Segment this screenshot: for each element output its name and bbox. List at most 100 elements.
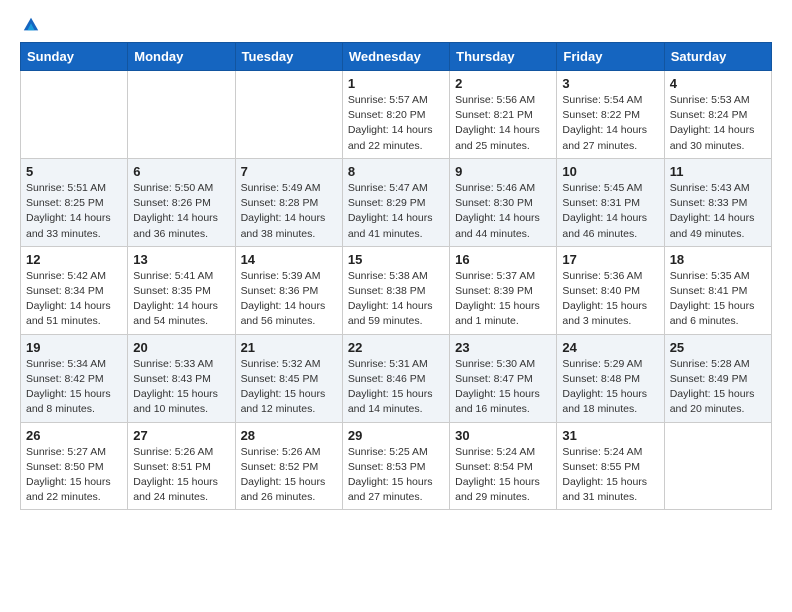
day-detail: Sunrise: 5:45 AM Sunset: 8:31 PM Dayligh… xyxy=(562,181,658,242)
calendar-day-26: 26Sunrise: 5:27 AM Sunset: 8:50 PM Dayli… xyxy=(21,422,128,510)
day-number: 10 xyxy=(562,164,658,179)
col-header-wednesday: Wednesday xyxy=(342,43,449,71)
day-detail: Sunrise: 5:33 AM Sunset: 8:43 PM Dayligh… xyxy=(133,357,229,418)
calendar-day-20: 20Sunrise: 5:33 AM Sunset: 8:43 PM Dayli… xyxy=(128,334,235,422)
day-number: 25 xyxy=(670,340,766,355)
day-detail: Sunrise: 5:54 AM Sunset: 8:22 PM Dayligh… xyxy=(562,93,658,154)
day-detail: Sunrise: 5:29 AM Sunset: 8:48 PM Dayligh… xyxy=(562,357,658,418)
logo-icon xyxy=(22,16,40,34)
page: SundayMondayTuesdayWednesdayThursdayFrid… xyxy=(0,0,792,530)
day-number: 28 xyxy=(241,428,337,443)
calendar-day-7: 7 Sunrise: 5:49 AM Sunset: 8:28 PM Daylig… xyxy=(235,158,342,246)
calendar-day-6: 6 Sunrise: 5:50 AM Sunset: 8:26 PM Daylig… xyxy=(128,158,235,246)
calendar-week-4: 19 Sunrise: 5:34 AM Sunset: 8:42 PM Dayli… xyxy=(21,334,772,422)
logo xyxy=(20,16,40,34)
day-number: 21 xyxy=(241,340,337,355)
day-detail: Sunrise: 5:49 AM Sunset: 8:28 PM Dayligh… xyxy=(241,181,337,242)
calendar-day-18: 18Sunrise: 5:35 AM Sunset: 8:41 PM Dayli… xyxy=(664,246,771,334)
calendar-day-8: 8 Sunrise: 5:47 AM Sunset: 8:29 PM Daylig… xyxy=(342,158,449,246)
calendar-day-21: 21 Sunrise: 5:32 AM Sunset: 8:45 PM Dayli… xyxy=(235,334,342,422)
calendar-day-27: 27 Sunrise: 5:26 AM Sunset: 8:51 PM Dayli… xyxy=(128,422,235,510)
calendar-day-3: 3 Sunrise: 5:54 AM Sunset: 8:22 PM Daylig… xyxy=(557,71,664,159)
day-detail: Sunrise: 5:47 AM Sunset: 8:29 PM Dayligh… xyxy=(348,181,444,242)
day-detail: Sunrise: 5:43 AM Sunset: 8:33 PM Dayligh… xyxy=(670,181,766,242)
day-number: 4 xyxy=(670,76,766,91)
empty-cell xyxy=(21,71,128,159)
day-number: 27 xyxy=(133,428,229,443)
day-number: 23 xyxy=(455,340,551,355)
calendar-day-15: 15 Sunrise: 5:38 AM Sunset: 8:38 PM Dayli… xyxy=(342,246,449,334)
day-number: 19 xyxy=(26,340,122,355)
calendar-day-30: 30 Sunrise: 5:24 AM Sunset: 8:54 PM Dayli… xyxy=(450,422,557,510)
day-detail: Sunrise: 5:25 AM Sunset: 8:53 PM Dayligh… xyxy=(348,445,444,506)
day-number: 15 xyxy=(348,252,444,267)
day-detail: Sunrise: 5:26 AM Sunset: 8:52 PM Dayligh… xyxy=(241,445,337,506)
day-detail: Sunrise: 5:36 AM Sunset: 8:40 PM Dayligh… xyxy=(562,269,658,330)
calendar-day-13: 13Sunrise: 5:41 AM Sunset: 8:35 PM Dayli… xyxy=(128,246,235,334)
day-detail: Sunrise: 5:27 AM Sunset: 8:50 PM Dayligh… xyxy=(26,445,122,506)
day-detail: Sunrise: 5:32 AM Sunset: 8:45 PM Dayligh… xyxy=(241,357,337,418)
calendar-day-12: 12 Sunrise: 5:42 AM Sunset: 8:34 PM Dayli… xyxy=(21,246,128,334)
day-detail: Sunrise: 5:24 AM Sunset: 8:55 PM Dayligh… xyxy=(562,445,658,506)
calendar-day-10: 10 Sunrise: 5:45 AM Sunset: 8:31 PM Dayli… xyxy=(557,158,664,246)
calendar-week-2: 5 Sunrise: 5:51 AM Sunset: 8:25 PM Daylig… xyxy=(21,158,772,246)
calendar-week-3: 12 Sunrise: 5:42 AM Sunset: 8:34 PM Dayli… xyxy=(21,246,772,334)
col-header-friday: Friday xyxy=(557,43,664,71)
day-number: 2 xyxy=(455,76,551,91)
calendar-day-14: 14 Sunrise: 5:39 AM Sunset: 8:36 PM Dayli… xyxy=(235,246,342,334)
day-detail: Sunrise: 5:34 AM Sunset: 8:42 PM Dayligh… xyxy=(26,357,122,418)
day-number: 7 xyxy=(241,164,337,179)
day-detail: Sunrise: 5:30 AM Sunset: 8:47 PM Dayligh… xyxy=(455,357,551,418)
calendar-day-17: 17Sunrise: 5:36 AM Sunset: 8:40 PM Dayli… xyxy=(557,246,664,334)
calendar-week-1: 1 Sunrise: 5:57 AM Sunset: 8:20 PM Daylig… xyxy=(21,71,772,159)
calendar-day-4: 4 Sunrise: 5:53 AM Sunset: 8:24 PM Daylig… xyxy=(664,71,771,159)
calendar-day-9: 9 Sunrise: 5:46 AM Sunset: 8:30 PM Daylig… xyxy=(450,158,557,246)
col-header-saturday: Saturday xyxy=(664,43,771,71)
day-detail: Sunrise: 5:57 AM Sunset: 8:20 PM Dayligh… xyxy=(348,93,444,154)
day-detail: Sunrise: 5:46 AM Sunset: 8:30 PM Dayligh… xyxy=(455,181,551,242)
day-detail: Sunrise: 5:28 AM Sunset: 8:49 PM Dayligh… xyxy=(670,357,766,418)
day-detail: Sunrise: 5:42 AM Sunset: 8:34 PM Dayligh… xyxy=(26,269,122,330)
day-number: 5 xyxy=(26,164,122,179)
day-detail: Sunrise: 5:51 AM Sunset: 8:25 PM Dayligh… xyxy=(26,181,122,242)
day-number: 31 xyxy=(562,428,658,443)
day-number: 29 xyxy=(348,428,444,443)
day-detail: Sunrise: 5:26 AM Sunset: 8:51 PM Dayligh… xyxy=(133,445,229,506)
day-detail: Sunrise: 5:39 AM Sunset: 8:36 PM Dayligh… xyxy=(241,269,337,330)
calendar-header-row: SundayMondayTuesdayWednesdayThursdayFrid… xyxy=(21,43,772,71)
day-detail: Sunrise: 5:24 AM Sunset: 8:54 PM Dayligh… xyxy=(455,445,551,506)
calendar-day-5: 5 Sunrise: 5:51 AM Sunset: 8:25 PM Daylig… xyxy=(21,158,128,246)
calendar-day-16: 16Sunrise: 5:37 AM Sunset: 8:39 PM Dayli… xyxy=(450,246,557,334)
day-number: 11 xyxy=(670,164,766,179)
day-number: 30 xyxy=(455,428,551,443)
day-number: 12 xyxy=(26,252,122,267)
col-header-sunday: Sunday xyxy=(21,43,128,71)
empty-cell xyxy=(235,71,342,159)
calendar-day-11: 11 Sunrise: 5:43 AM Sunset: 8:33 PM Dayli… xyxy=(664,158,771,246)
day-number: 18 xyxy=(670,252,766,267)
day-detail: Sunrise: 5:31 AM Sunset: 8:46 PM Dayligh… xyxy=(348,357,444,418)
day-number: 13 xyxy=(133,252,229,267)
calendar-day-23: 23 Sunrise: 5:30 AM Sunset: 8:47 PM Dayli… xyxy=(450,334,557,422)
calendar-table: SundayMondayTuesdayWednesdayThursdayFrid… xyxy=(20,42,772,510)
col-header-tuesday: Tuesday xyxy=(235,43,342,71)
calendar-day-2: 2Sunrise: 5:56 AM Sunset: 8:21 PM Daylig… xyxy=(450,71,557,159)
day-number: 9 xyxy=(455,164,551,179)
day-detail: Sunrise: 5:50 AM Sunset: 8:26 PM Dayligh… xyxy=(133,181,229,242)
header xyxy=(20,16,772,34)
calendar-day-1: 1 Sunrise: 5:57 AM Sunset: 8:20 PM Daylig… xyxy=(342,71,449,159)
calendar-day-19: 19 Sunrise: 5:34 AM Sunset: 8:42 PM Dayli… xyxy=(21,334,128,422)
day-number: 14 xyxy=(241,252,337,267)
day-number: 6 xyxy=(133,164,229,179)
empty-cell xyxy=(664,422,771,510)
calendar-day-31: 31 Sunrise: 5:24 AM Sunset: 8:55 PM Dayli… xyxy=(557,422,664,510)
day-detail: Sunrise: 5:53 AM Sunset: 8:24 PM Dayligh… xyxy=(670,93,766,154)
calendar-day-25: 25 Sunrise: 5:28 AM Sunset: 8:49 PM Dayli… xyxy=(664,334,771,422)
calendar-week-5: 26Sunrise: 5:27 AM Sunset: 8:50 PM Dayli… xyxy=(21,422,772,510)
calendar-day-29: 29 Sunrise: 5:25 AM Sunset: 8:53 PM Dayli… xyxy=(342,422,449,510)
day-detail: Sunrise: 5:38 AM Sunset: 8:38 PM Dayligh… xyxy=(348,269,444,330)
day-number: 8 xyxy=(348,164,444,179)
day-number: 1 xyxy=(348,76,444,91)
day-number: 16 xyxy=(455,252,551,267)
day-number: 3 xyxy=(562,76,658,91)
